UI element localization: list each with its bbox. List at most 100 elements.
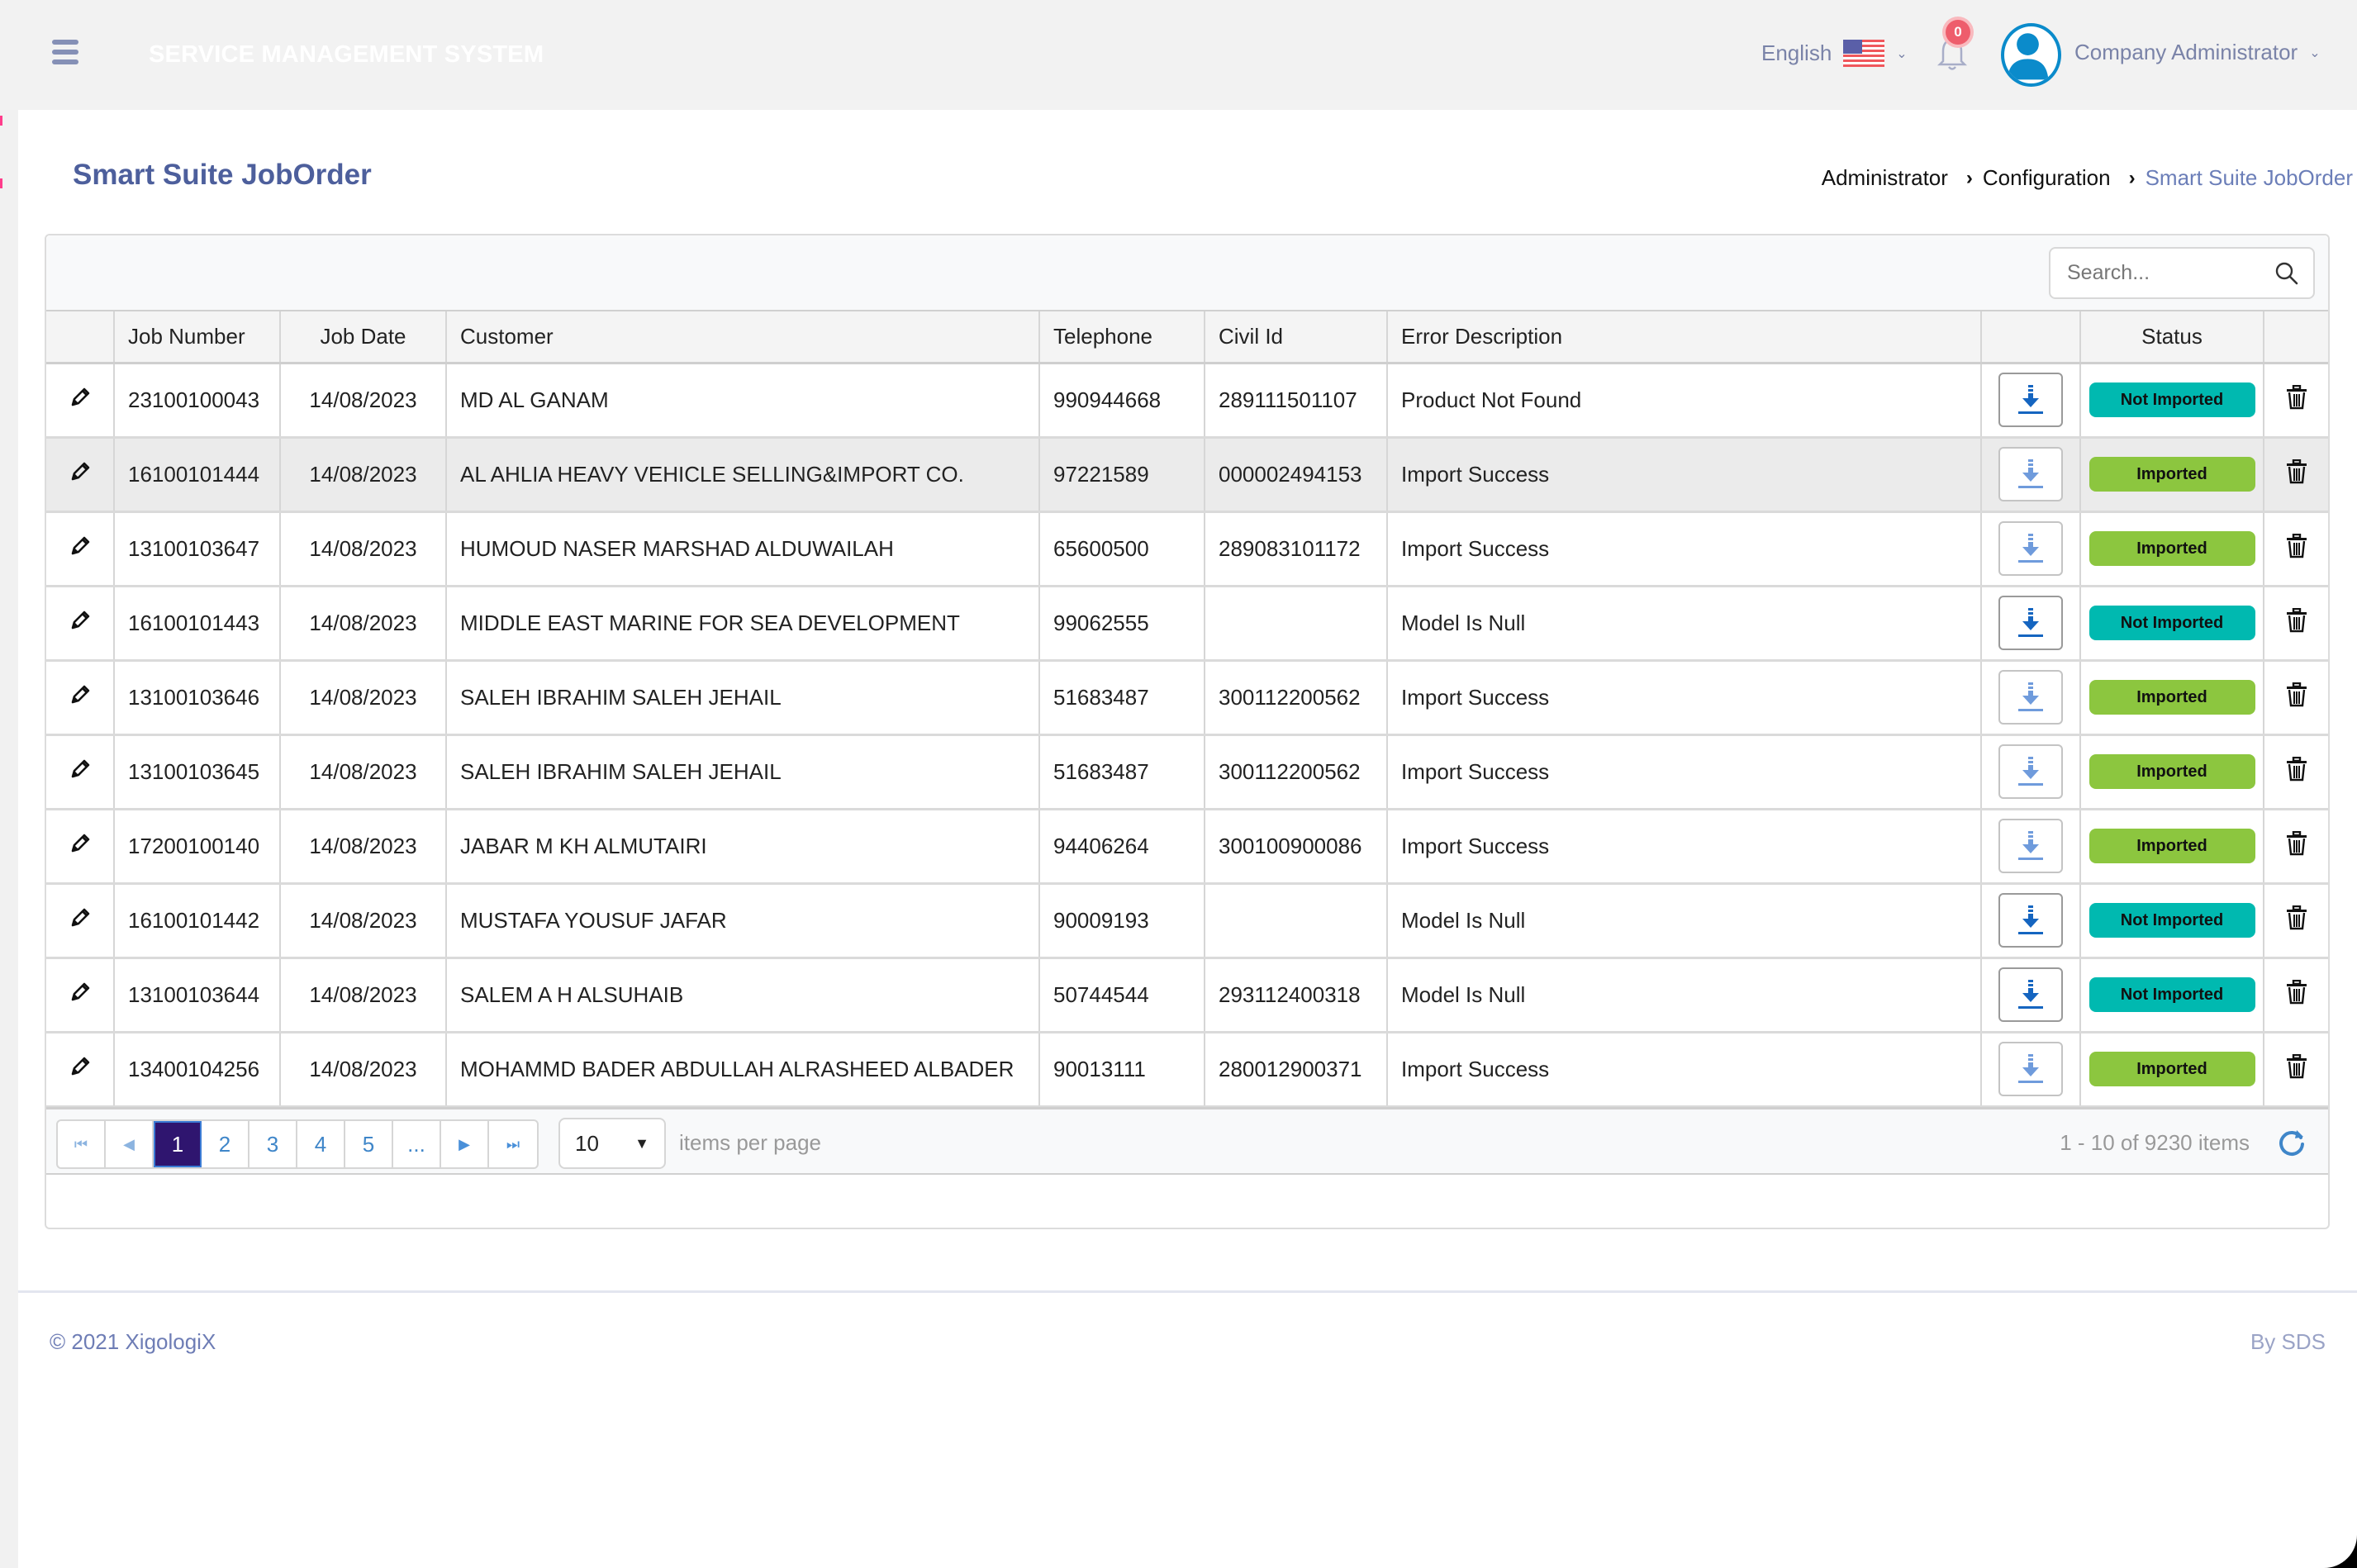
trash-icon[interactable] bbox=[2286, 459, 2307, 484]
civil-id-cell bbox=[1205, 883, 1388, 959]
column-header-job-number[interactable]: Job Number bbox=[114, 311, 281, 364]
search-icon[interactable] bbox=[2274, 260, 2300, 287]
delete-cell bbox=[2264, 1032, 2328, 1108]
trash-icon[interactable] bbox=[2286, 756, 2307, 782]
civil-id-cell: 000002494153 bbox=[1205, 437, 1388, 513]
error-description-cell: Import Success bbox=[1387, 511, 1982, 587]
trash-icon[interactable] bbox=[2286, 905, 2307, 930]
table-row[interactable]: 13100103647 14/08/2023 HUMOUD NASER MARS… bbox=[46, 511, 2328, 587]
language-selector[interactable]: English ⌄ bbox=[1761, 40, 1908, 67]
error-description-cell: Model Is Null bbox=[1387, 883, 1982, 959]
trash-icon[interactable] bbox=[2286, 533, 2307, 558]
edit-pencil-icon[interactable] bbox=[68, 831, 93, 856]
civil-id-cell: 289083101172 bbox=[1205, 511, 1388, 587]
menu-toggle-icon[interactable] bbox=[52, 40, 78, 64]
edit-pencil-icon[interactable] bbox=[68, 608, 93, 633]
search-input[interactable] bbox=[2050, 261, 2257, 285]
civil-id-cell: 289111501107 bbox=[1205, 363, 1388, 439]
job-number-cell: 13400104256 bbox=[114, 1032, 281, 1108]
import-download-button[interactable] bbox=[1998, 670, 2063, 725]
page-button-2[interactable]: 2 bbox=[202, 1121, 249, 1167]
import-cell bbox=[1981, 883, 2081, 959]
column-header-civil-id[interactable]: Civil Id bbox=[1205, 311, 1388, 364]
status-badge: Not Imported bbox=[2089, 606, 2255, 640]
job-number-cell: 16100101444 bbox=[114, 437, 281, 513]
user-menu[interactable]: Company Administrator ⌄ bbox=[2074, 40, 2321, 65]
previous-page-button[interactable]: ◀ bbox=[106, 1121, 154, 1167]
status-badge: Imported bbox=[2089, 457, 2255, 492]
breadcrumb-configuration[interactable]: Configuration bbox=[1983, 165, 2111, 191]
table-row[interactable]: 16100101443 14/08/2023 MIDDLE EAST MARIN… bbox=[46, 586, 2328, 662]
status-badge: Imported bbox=[2089, 531, 2255, 566]
us-flag-icon bbox=[1843, 40, 1885, 67]
trash-icon[interactable] bbox=[2286, 607, 2307, 633]
first-page-button[interactable]: ⏮ bbox=[58, 1121, 106, 1167]
page-button-1[interactable]: 1 bbox=[154, 1121, 202, 1167]
import-download-button[interactable] bbox=[1998, 447, 2063, 501]
import-cell bbox=[1981, 734, 2081, 810]
breadcrumb-administrator[interactable]: Administrator bbox=[1822, 165, 1948, 191]
import-download-button[interactable] bbox=[1998, 819, 2063, 873]
table-row[interactable]: 13100103645 14/08/2023 SALEH IBRAHIM SAL… bbox=[46, 734, 2328, 810]
user-avatar[interactable] bbox=[2001, 23, 2061, 87]
page-button-4[interactable]: 4 bbox=[297, 1121, 345, 1167]
import-cell bbox=[1981, 437, 2081, 513]
trash-icon[interactable] bbox=[2286, 384, 2307, 410]
import-download-button[interactable] bbox=[1998, 1042, 2063, 1096]
status-cell: Not Imported bbox=[2080, 363, 2264, 439]
column-header-error-description[interactable]: Error Description bbox=[1387, 311, 1982, 364]
page-title: Smart Suite JobOrder bbox=[73, 159, 372, 191]
table-row[interactable]: 17200100140 14/08/2023 JABAR M KH ALMUTA… bbox=[46, 809, 2328, 885]
job-date-cell: 14/08/2023 bbox=[280, 437, 447, 513]
column-header-job-date[interactable]: Job Date bbox=[280, 311, 447, 364]
table-row[interactable]: 13100103646 14/08/2023 SALEH IBRAHIM SAL… bbox=[46, 660, 2328, 736]
page-button-5[interactable]: 5 bbox=[345, 1121, 393, 1167]
edit-pencil-icon[interactable] bbox=[68, 385, 93, 410]
customer-cell: MIDDLE EAST MARINE FOR SEA DEVELOPMENT bbox=[446, 586, 1040, 662]
status-cell: Imported bbox=[2080, 437, 2264, 513]
next-page-button[interactable]: ▶ bbox=[441, 1121, 489, 1167]
edit-pencil-icon[interactable] bbox=[68, 1054, 93, 1079]
import-download-button[interactable] bbox=[1998, 744, 2063, 799]
trash-icon[interactable] bbox=[2286, 1053, 2307, 1079]
page-button-3[interactable]: 3 bbox=[249, 1121, 297, 1167]
job-date-cell: 14/08/2023 bbox=[280, 809, 447, 885]
edit-pencil-icon[interactable] bbox=[68, 682, 93, 707]
table-row[interactable]: 13400104256 14/08/2023 MOHAMMD BADER ABD… bbox=[46, 1032, 2328, 1108]
last-page-button[interactable]: ⏭ bbox=[489, 1121, 537, 1167]
trash-icon[interactable] bbox=[2286, 682, 2307, 707]
table-row[interactable]: 16100101442 14/08/2023 MUSTAFA YOUSUF JA… bbox=[46, 883, 2328, 959]
edit-pencil-icon[interactable] bbox=[68, 905, 93, 930]
page-size-select[interactable]: 10 ▼ bbox=[558, 1118, 666, 1169]
top-navbar: SERVICE MANAGEMENT SYSTEM English ⌄ 0 Co… bbox=[0, 0, 2357, 110]
delete-cell bbox=[2264, 883, 2328, 959]
import-download-button[interactable] bbox=[1998, 893, 2063, 948]
edit-pencil-icon[interactable] bbox=[68, 534, 93, 558]
import-download-button[interactable] bbox=[1998, 521, 2063, 576]
job-number-cell: 16100101442 bbox=[114, 883, 281, 959]
civil-id-cell: 300100900086 bbox=[1205, 809, 1388, 885]
more-pages-button[interactable]: ... bbox=[393, 1121, 441, 1167]
edit-pencil-icon[interactable] bbox=[68, 459, 93, 484]
table-row[interactable]: 16100101444 14/08/2023 AL AHLIA HEAVY VE… bbox=[46, 437, 2328, 513]
sidebar-marker bbox=[0, 116, 2, 126]
import-download-button[interactable] bbox=[1998, 596, 2063, 650]
column-header-telephone[interactable]: Telephone bbox=[1039, 311, 1205, 364]
job-date-cell: 14/08/2023 bbox=[280, 511, 447, 587]
table-row[interactable]: 23100100043 14/08/2023 MD AL GANAM 99094… bbox=[46, 363, 2328, 439]
status-cell: Not Imported bbox=[2080, 586, 2264, 662]
trash-icon[interactable] bbox=[2286, 830, 2307, 856]
column-header-customer[interactable]: Customer bbox=[446, 311, 1040, 364]
import-download-button[interactable] bbox=[1998, 967, 2063, 1022]
table-row[interactable]: 13100103644 14/08/2023 SALEM A H ALSUHAI… bbox=[46, 957, 2328, 1033]
edit-pencil-icon[interactable] bbox=[68, 757, 93, 782]
column-header-status[interactable]: Status bbox=[2080, 311, 2264, 364]
trash-icon[interactable] bbox=[2286, 979, 2307, 1005]
status-cell: Not Imported bbox=[2080, 957, 2264, 1033]
language-label: English bbox=[1761, 40, 1832, 65]
error-description-cell: Model Is Null bbox=[1387, 957, 1982, 1033]
chevron-right-icon: › bbox=[1965, 166, 1973, 189]
refresh-icon[interactable] bbox=[2275, 1126, 2308, 1159]
edit-pencil-icon[interactable] bbox=[68, 980, 93, 1005]
import-download-button[interactable] bbox=[1998, 373, 2063, 427]
